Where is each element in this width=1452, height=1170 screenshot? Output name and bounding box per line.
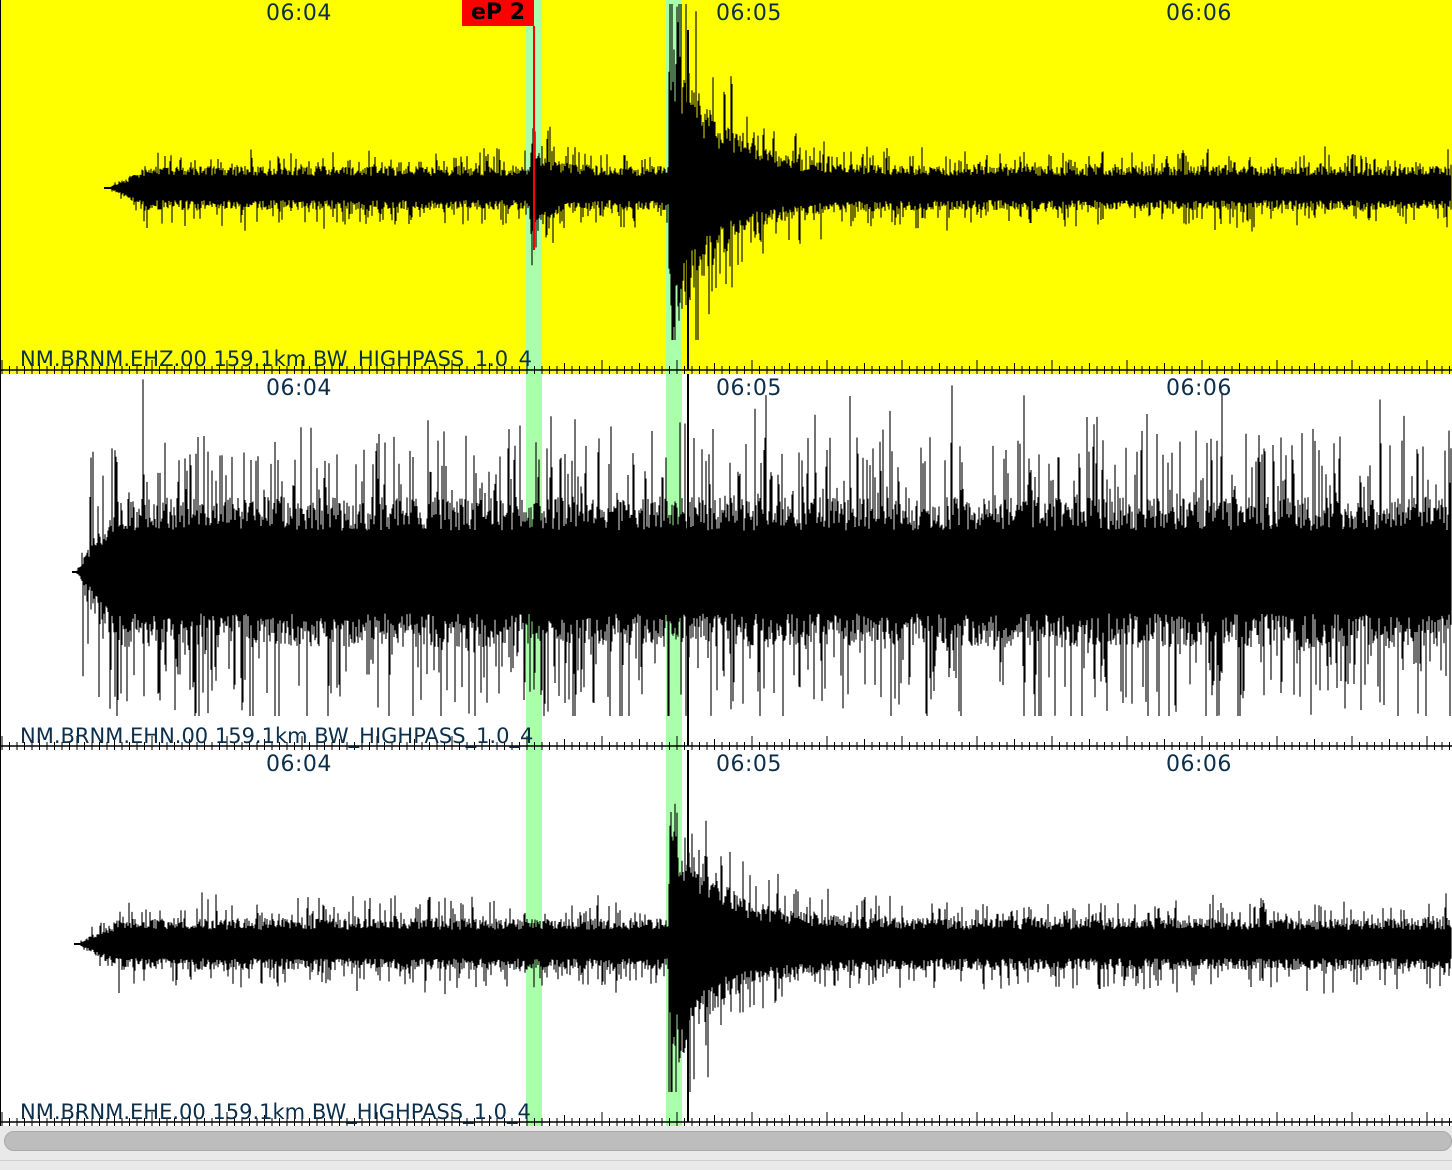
scrollbar-thumb[interactable] bbox=[4, 1131, 1452, 1151]
time-label-0605: 06:05 bbox=[716, 752, 782, 777]
trace-panel-ehe[interactable]: 06:04 06:05 06:06 NM.BRNM.EHE.00 159.1km… bbox=[0, 750, 1452, 1126]
time-label-0606: 06:06 bbox=[1166, 1, 1232, 26]
waveform-ehz bbox=[0, 0, 1452, 374]
horizontal-scrollbar[interactable] bbox=[0, 1126, 1452, 1170]
time-label-0606: 06:06 bbox=[1166, 376, 1232, 401]
scrollbar-divider bbox=[0, 1160, 1452, 1161]
waveform-trace bbox=[78, 803, 1452, 1092]
time-label-0605: 06:05 bbox=[716, 376, 782, 401]
trace-panel-ehn[interactable]: 06:04 06:05 06:06 NM.BRNM.EHN.00 159.1km… bbox=[0, 374, 1452, 750]
waveform-ehe bbox=[0, 750, 1452, 1126]
seismogram-viewer[interactable]: 06:04 06:05 06:06 eP 2 NM.BRNM.EHZ.00 15… bbox=[0, 0, 1452, 1126]
trace-panel-ehz[interactable]: 06:04 06:05 06:06 eP 2 NM.BRNM.EHZ.00 15… bbox=[0, 0, 1452, 374]
channel-label-ehz: NM.BRNM.EHZ.00 159.1km BW_HIGHPASS_1.0_4 bbox=[20, 347, 533, 371]
time-label-0605: 06:05 bbox=[716, 1, 782, 26]
time-label-0604: 06:04 bbox=[266, 1, 332, 26]
waveform-trace bbox=[76, 379, 1452, 716]
time-label-0606: 06:06 bbox=[1166, 752, 1232, 777]
waveform-ehn bbox=[0, 374, 1452, 750]
waveform-trace bbox=[108, 4, 1452, 340]
channel-label-ehe: NM.BRNM.EHE.00 159.1km BW_HIGHPASS_1.0_4 bbox=[20, 1100, 531, 1124]
channel-label-ehn: NM.BRNM.EHN.00 159.1km BW_HIGHPASS_1.0_4 bbox=[20, 724, 534, 748]
pick-flag-ep2[interactable]: eP 2 bbox=[462, 0, 534, 26]
time-label-0604: 06:04 bbox=[266, 752, 332, 777]
time-label-0604: 06:04 bbox=[266, 376, 332, 401]
